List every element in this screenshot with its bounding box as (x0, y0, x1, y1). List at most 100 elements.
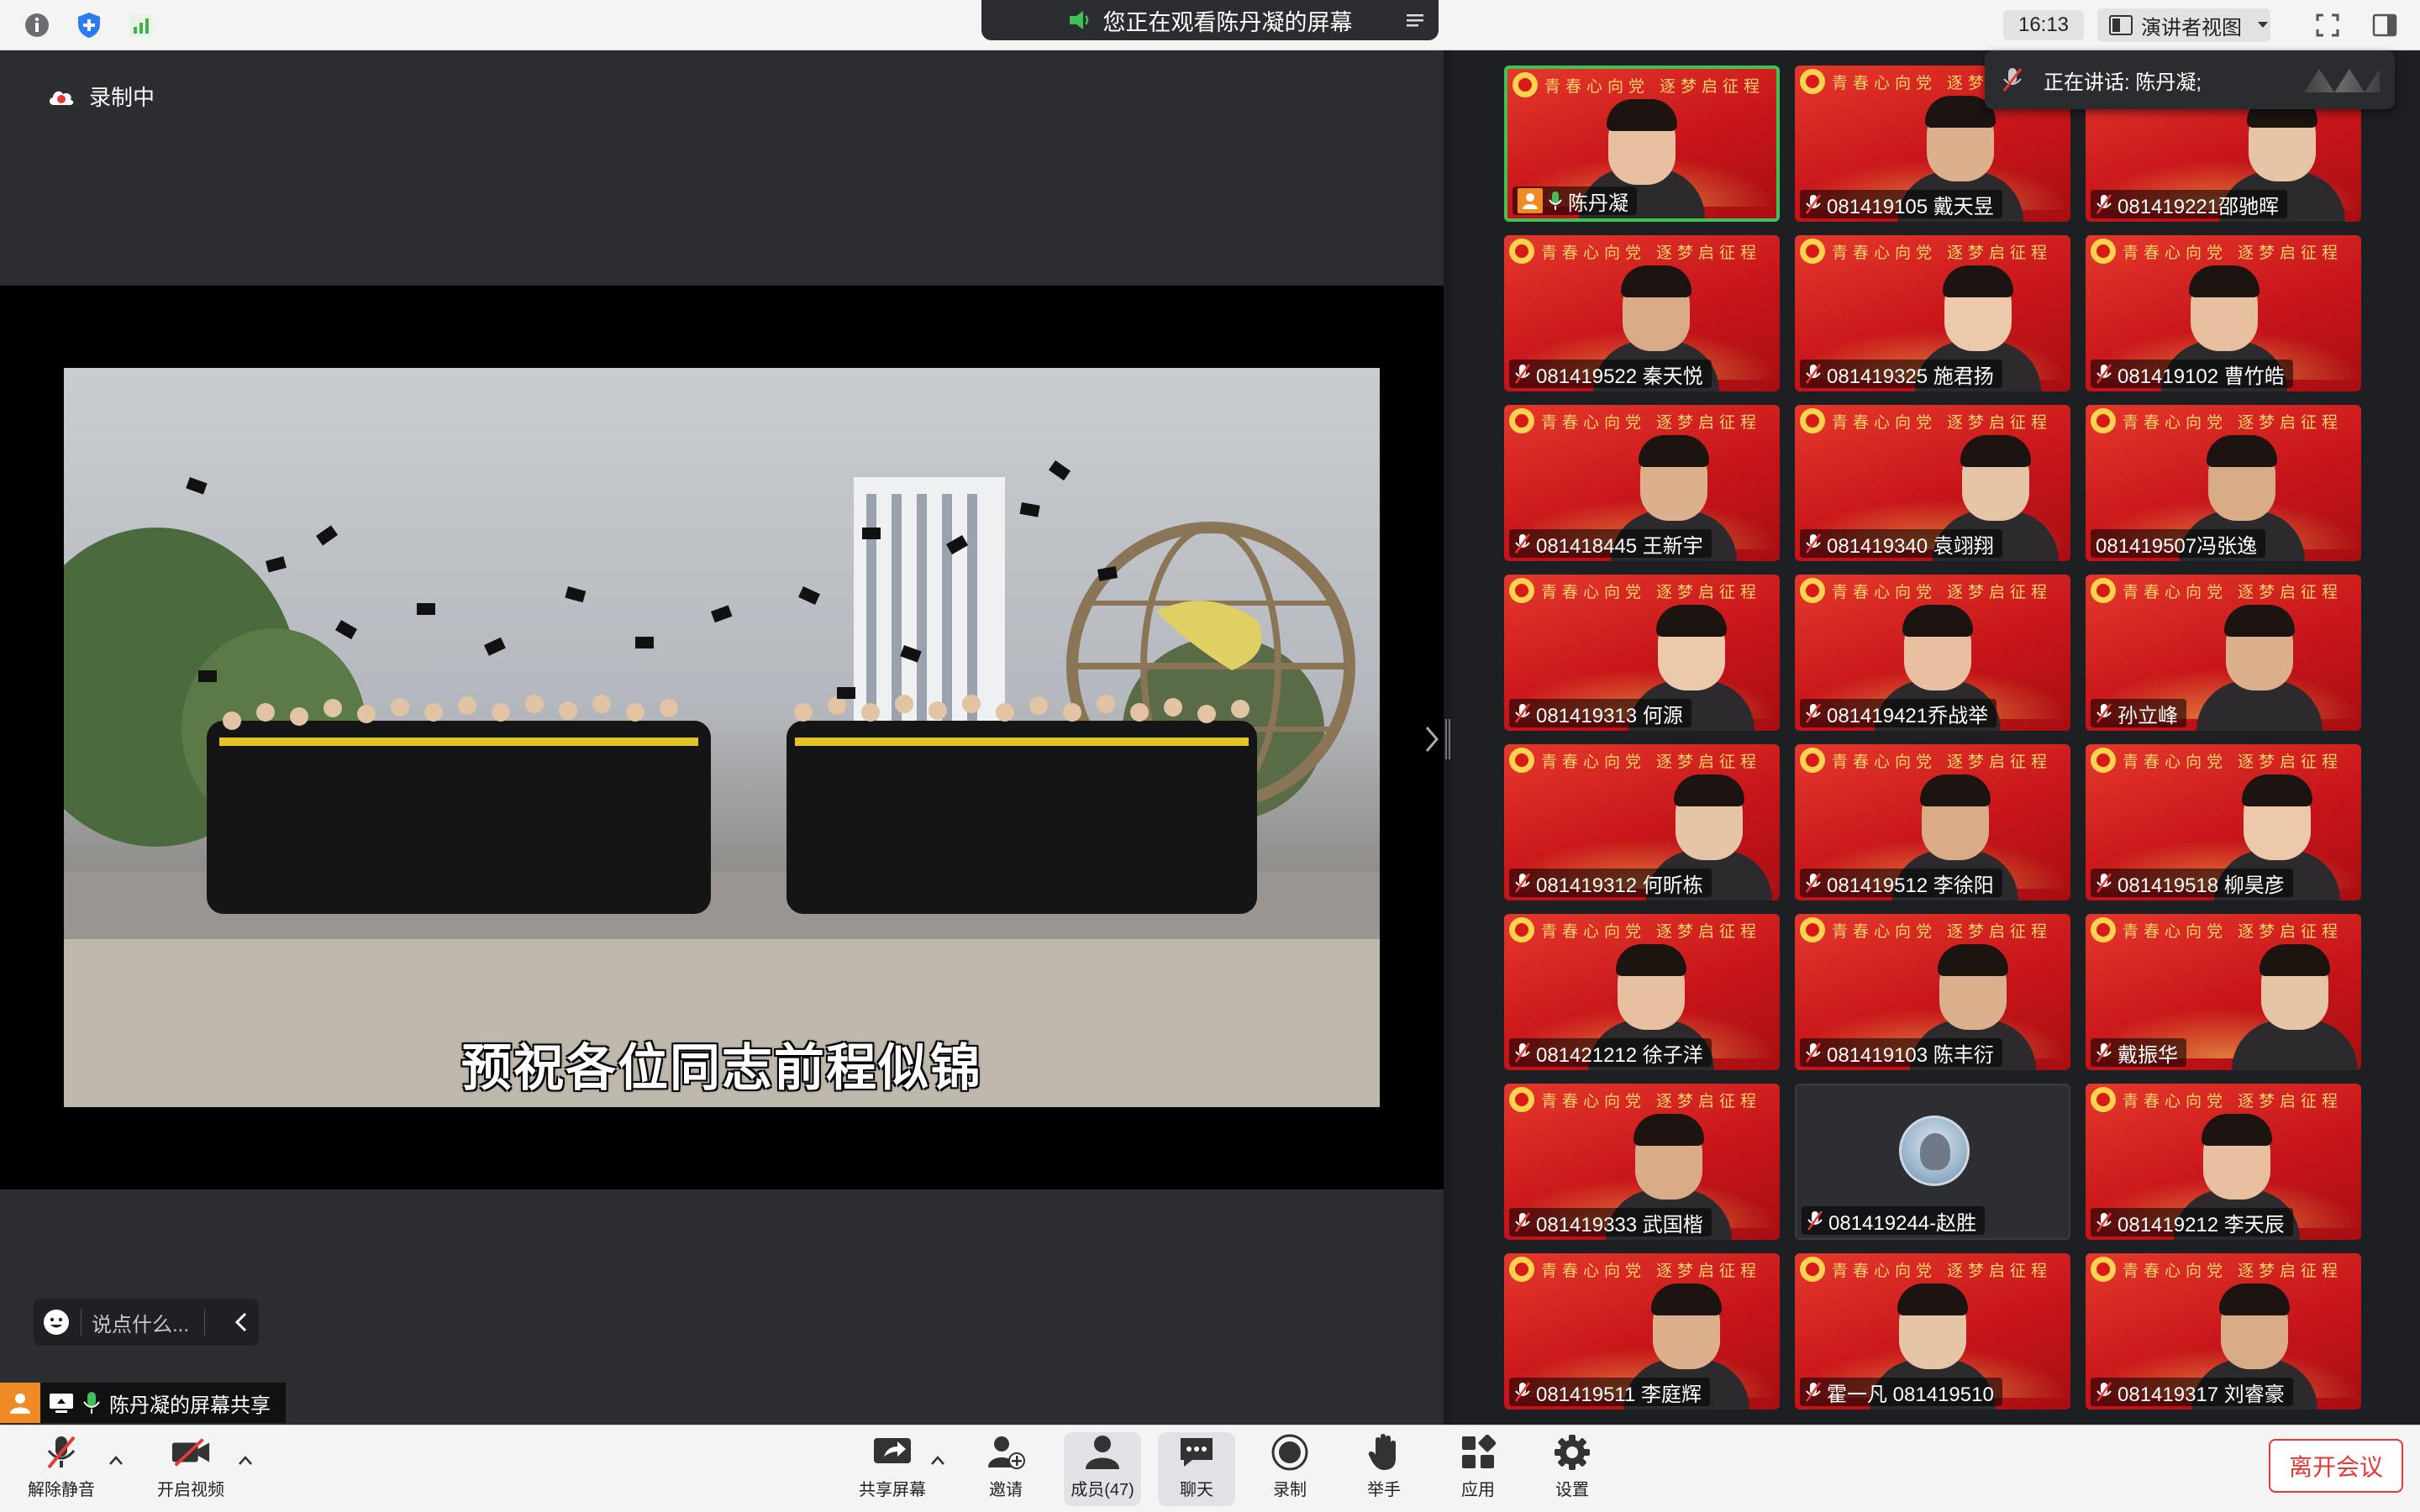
participant-name: 霍一凡 081419510 (1827, 1383, 1994, 1406)
muted-microphone-icon (2096, 872, 2112, 894)
muted-microphone-icon (1514, 702, 1531, 724)
participant-hair (1902, 605, 1973, 637)
party-emblem-icon (2091, 748, 2116, 773)
speaker-icon (1069, 11, 1088, 29)
participant-tile[interactable]: 青春心向党 逐梦启征程 081419507冯张逸 (2086, 405, 2361, 561)
settings-label: 设置 (1555, 1481, 1589, 1499)
tile-background-banner: 青春心向党 逐梦启征程 (1832, 413, 2053, 432)
unmute-button[interactable]: 解除静音 (25, 1432, 97, 1506)
participant-name-tag: 081419518 柳昊彦 (2091, 869, 2293, 897)
party-emblem-icon (2091, 578, 2116, 603)
start-video-button[interactable]: 开启视频 (155, 1432, 227, 1506)
tile-background-banner: 青春心向党 逐梦启征程 (1541, 753, 1762, 771)
participant-name-tag: 孙立峰 (2091, 699, 2186, 727)
participant-tile[interactable]: 青春心向党 逐梦启征程 081419511 李庭辉 (1504, 1253, 1780, 1410)
video-options-chevron-icon[interactable] (237, 1452, 254, 1469)
view-mode-dropdown[interactable]: 演讲者视图 (2097, 8, 2270, 42)
record-button[interactable]: 录制 (1254, 1432, 1326, 1506)
graduation-scene (64, 460, 1380, 1107)
participant-name: 081419333 武国楷 (1536, 1213, 1703, 1236)
participant-tile[interactable]: 青春心向党 逐梦启征程 081419512 李徐阳 (1795, 744, 2070, 900)
view-options-icon[interactable] (1403, 8, 1427, 32)
participants-button[interactable]: 成员(47) (1064, 1432, 1141, 1506)
participant-tile[interactable]: 青春心向党 逐梦启征程 081419103 陈丰衍 (1795, 914, 2070, 1070)
tile-background-banner: 青春心向党 逐梦启征程 (1544, 77, 1765, 96)
shield-icon[interactable] (74, 10, 104, 40)
participant-hair (2242, 774, 2312, 806)
quick-chat-input[interactable]: 说点什么... (34, 1299, 259, 1346)
share-options-chevron-icon[interactable] (929, 1452, 946, 1469)
participant-name-tag: 081419105 戴天昱 (1800, 190, 2002, 218)
participant-tile[interactable]: 青春心向党 逐梦启征程 陈丹凝 (1504, 66, 1780, 222)
muted-microphone-icon (1805, 1042, 1822, 1063)
participant-tile[interactable]: 青春心向党 逐梦启征程 081419522 秦天悦 (1504, 235, 1780, 391)
participant-tile[interactable]: 青春心向党 逐梦启征程 081419340 袁翊翔 (1795, 405, 2070, 561)
participant-name-tag: 戴振华 (2091, 1038, 2186, 1067)
chat-button[interactable]: 聊天 (1158, 1432, 1235, 1506)
chat-bubble-icon (1176, 1432, 1217, 1473)
participant-tile[interactable]: 青春心向党 逐梦启征程 081419212 李天辰 (2086, 1084, 2361, 1240)
party-emblem-icon (2091, 1087, 2116, 1112)
participant-tile[interactable]: 青春心向党 逐梦启征程 081419325 施君扬 (1795, 235, 2070, 391)
party-emblem-icon (1800, 578, 1825, 603)
resize-handle[interactable] (1445, 719, 1450, 759)
shared-screen: 预祝各位同志前程似锦 (0, 286, 1444, 1189)
muted-microphone-icon (2096, 702, 2112, 724)
party-emblem-icon (1509, 578, 1534, 603)
meeting-toolbar: 解除静音 开启视频 共享屏幕 邀请 成员(47) 聊天 录制 举手 应用 设置 … (0, 1425, 2420, 1512)
microphone-icon (1548, 190, 1563, 212)
audio-options-chevron-icon[interactable] (108, 1452, 124, 1469)
chevron-right-icon[interactable] (1423, 722, 1440, 756)
participant-tile[interactable]: 青春心向党 逐梦启征程 081419312 何昕栋 (1504, 744, 1780, 900)
participant-hair (2224, 605, 2295, 637)
fullscreen-icon[interactable] (2312, 10, 2343, 40)
party-emblem-icon (1512, 72, 1538, 97)
info-icon[interactable] (22, 10, 52, 40)
participant-name: 081419522 秦天悦 (1536, 365, 1703, 388)
participant-name-tag: 081419512 李徐阳 (1800, 869, 2002, 897)
participant-name-tag: 081419312 何昕栋 (1509, 869, 1712, 897)
muted-microphone-icon (2096, 363, 2112, 385)
muted-microphone-icon (2096, 1042, 2112, 1063)
participant-hair (2207, 435, 2277, 467)
participant-tile[interactable]: 青春心向党 逐梦启征程 戴振华 (2086, 914, 2361, 1070)
participant-tile[interactable]: 青春心向党 逐梦启征程 081419317 刘睿豪 (2086, 1253, 2361, 1410)
share-screen-icon (872, 1432, 913, 1473)
emoji-icon[interactable] (42, 1308, 71, 1336)
viewing-screen-banner[interactable]: 您正在观看陈丹凝的屏幕 (981, 0, 1439, 40)
muted-microphone-icon (1807, 1210, 1823, 1231)
tile-background-banner: 青春心向党 逐梦启征程 (1541, 1262, 1762, 1280)
chevron-left-icon[interactable] (234, 1310, 249, 1334)
participant-name-tag: 081419221邵驰晖 (2091, 190, 2288, 218)
settings-button[interactable]: 设置 (1536, 1432, 1608, 1506)
tile-background-banner: 青春心向党 逐梦启征程 (1832, 244, 2053, 262)
unmute-label: 解除静音 (28, 1481, 95, 1499)
participant-tile[interactable]: 081419244-赵胜 (1795, 1084, 2070, 1240)
raise-hand-button[interactable]: 举手 (1348, 1432, 1420, 1506)
party-emblem-icon (1509, 408, 1534, 433)
party-emblem-icon (1509, 748, 1534, 773)
participant-name: 081419313 何源 (1536, 704, 1683, 727)
participant-name-tag: 081419340 袁翊翔 (1800, 529, 2002, 558)
participants-icon (1082, 1432, 1123, 1473)
invite-button[interactable]: 邀请 (970, 1432, 1042, 1506)
participant-tile[interactable]: 青春心向党 逐梦启征程 霍一凡 081419510 (1795, 1253, 2070, 1410)
leave-meeting-button[interactable]: 离开会议 (2269, 1439, 2403, 1493)
participant-name: 081419221邵驰晖 (2118, 195, 2280, 218)
party-emblem-icon (1800, 1257, 1825, 1282)
participant-tile[interactable]: 青春心向党 逐梦启征程 081418445 王新宇 (1504, 405, 1780, 561)
participant-tile[interactable]: 青春心向党 逐梦启征程 081419102 曹竹皓 (2086, 235, 2361, 391)
sidebar-toggle-icon[interactable] (2370, 10, 2400, 40)
participant-tile[interactable]: 青春心向党 逐梦启征程 081419333 武国楷 (1504, 1084, 1780, 1240)
participant-name-tag: 081419212 李天辰 (2091, 1208, 2293, 1236)
participant-tile[interactable]: 青春心向党 逐梦启征程 081419313 何源 (1504, 575, 1780, 731)
photo-caption: 预祝各位同志前程似锦 (461, 1040, 982, 1096)
host-person-icon (0, 1383, 40, 1423)
signal-strength-icon[interactable] (126, 10, 156, 40)
participant-tile[interactable]: 青春心向党 逐梦启征程 孙立峰 (2086, 575, 2361, 731)
share-screen-button[interactable]: 共享屏幕 (854, 1432, 931, 1506)
participant-tile[interactable]: 青春心向党 逐梦启征程 081419421乔战举 (1795, 575, 2070, 731)
participant-tile[interactable]: 青春心向党 逐梦启征程 081419518 柳昊彦 (2086, 744, 2361, 900)
participant-tile[interactable]: 青春心向党 逐梦启征程 081421212 徐子洋 (1504, 914, 1780, 1070)
apps-button[interactable]: 应用 (1442, 1432, 1514, 1506)
